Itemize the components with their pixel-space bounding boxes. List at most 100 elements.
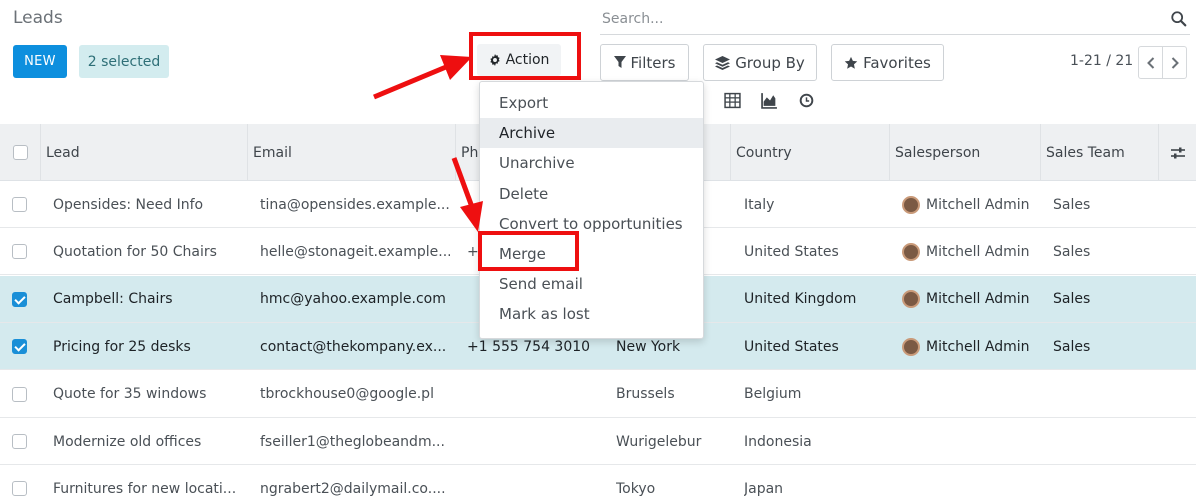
cell-phone-text: +1 555 754 3010 [467, 338, 591, 355]
menu-item-delete[interactable]: Delete [480, 179, 703, 209]
group-by-button[interactable]: Group By [703, 44, 817, 81]
row-select-cell [12, 418, 32, 465]
annotation-arrow-merge [451, 157, 483, 232]
menu-item-unarchive[interactable]: Unarchive [480, 148, 703, 178]
cell-lead-text: Furnitures for new locati... [53, 480, 237, 497]
cell-country-text: Belgium [744, 386, 802, 403]
table-row[interactable]: Quote for 35 windows tbrockhouse0@google.… [0, 371, 1196, 418]
selected-count-badge[interactable]: 2 selected [79, 45, 169, 78]
chevron-right-icon [1171, 56, 1179, 69]
column-header-country[interactable]: Country [730, 124, 889, 181]
row-select-cell [12, 276, 32, 323]
search-icon[interactable] [1170, 10, 1188, 28]
cell-country-text: Indonesia [744, 433, 812, 450]
pivot-icon[interactable] [724, 92, 741, 109]
cell-lead: Modernize old offices [53, 418, 243, 465]
cell-lead-text: Pricing for 25 desks [53, 338, 191, 355]
cell-email: contact@thekompany.ex... [260, 323, 450, 370]
cell-sales-team [1053, 465, 1153, 504]
cell-salesperson: Mitchell Admin [902, 276, 1038, 323]
sliders-icon [1170, 147, 1185, 158]
cell-country: United States [744, 323, 887, 370]
cell-country-text: Italy [744, 196, 775, 213]
table-row[interactable]: Furnitures for new locati... ngrabert2@da… [0, 465, 1196, 504]
cell-email-text: hmc@yahoo.example.com [260, 291, 446, 308]
new-button[interactable]: NEW [13, 45, 67, 78]
row-checkbox[interactable] [12, 386, 27, 402]
column-header-lead[interactable]: Lead [40, 124, 247, 181]
cell-phone [467, 465, 602, 504]
avatar [902, 195, 920, 214]
cell-country: Belgium [744, 371, 887, 418]
cell-email-text: contact@thekompany.ex... [260, 338, 447, 355]
column-header-email[interactable]: Email [247, 124, 455, 181]
row-checkbox[interactable] [12, 244, 27, 260]
cell-city: Wurigelebur [616, 418, 728, 465]
cell-lead: Quote for 35 windows [53, 371, 243, 418]
filter-icon [613, 56, 626, 68]
cell-salesperson [902, 371, 1038, 418]
cell-email-text: helle@stonageit.example... [260, 243, 450, 260]
cell-email: tina@opensides.example... [260, 181, 450, 228]
menu-item-mark-as-lost[interactable]: Mark as lost [480, 299, 703, 329]
cell-country-text: United Kingdom [744, 291, 857, 308]
row-checkbox[interactable] [12, 481, 27, 497]
row-select-cell [12, 228, 32, 275]
row-checkbox[interactable] [12, 434, 27, 449]
cell-sales-team-text: Sales [1053, 338, 1091, 355]
cell-sales-team: Sales [1053, 228, 1153, 275]
column-header-salesperson[interactable]: Salesperson [889, 124, 1040, 181]
cell-email-text: fseiller1@theglobeandm... [260, 433, 445, 450]
search-input[interactable] [602, 9, 1162, 29]
avatar [902, 242, 920, 261]
cell-salesperson-text: Mitchell Admin [926, 291, 1030, 308]
menu-item-archive[interactable]: Archive [480, 118, 703, 149]
graph-icon[interactable] [761, 92, 778, 109]
optional-columns-toggle[interactable] [1158, 124, 1196, 181]
cell-sales-team [1053, 418, 1153, 465]
cell-salesperson: Mitchell Admin [902, 228, 1038, 275]
cell-city-text: Tokyo [616, 480, 656, 497]
filters-button[interactable]: Filters [600, 44, 689, 81]
cell-sales-team: Sales [1053, 276, 1153, 323]
filters-label: Filters [630, 53, 676, 72]
cell-city: Brussels [616, 371, 728, 418]
cell-country-text: Japan [744, 480, 784, 497]
cell-phone [467, 371, 602, 418]
annotation-arrow-action [373, 55, 472, 100]
cell-lead-text: Opensides: Need Info [53, 196, 204, 213]
cell-lead-text: Quote for 35 windows [53, 386, 207, 403]
cell-sales-team: Sales [1053, 323, 1153, 370]
cell-sales-team-text: Sales [1053, 196, 1091, 213]
row-checkbox[interactable] [12, 291, 27, 307]
menu-item-send-email[interactable]: Send email [480, 269, 703, 299]
cell-salesperson-text: Mitchell Admin [926, 243, 1030, 260]
cell-country: United States [744, 228, 887, 275]
cell-phone-text: + [467, 243, 479, 260]
favorites-button[interactable]: Favorites [831, 44, 944, 81]
cell-city: Tokyo [616, 465, 728, 504]
pager-next-button[interactable] [1162, 46, 1187, 79]
cell-email: tbrockhouse0@google.pl [260, 371, 450, 418]
activity-icon[interactable] [798, 92, 815, 109]
column-header-sales-team[interactable]: Sales Team [1040, 124, 1158, 181]
cell-country: United Kingdom [744, 276, 887, 323]
cell-email: ngrabert2@dailymail.co.... [260, 465, 450, 504]
cell-sales-team-text: Sales [1053, 243, 1091, 260]
select-all-checkbox[interactable] [12, 145, 28, 160]
view-switcher [724, 90, 815, 110]
cell-email: fseiller1@theglobeandm... [260, 418, 450, 465]
row-checkbox[interactable] [12, 197, 27, 212]
highlight-box-action [469, 32, 581, 80]
row-checkbox[interactable] [12, 339, 27, 355]
pager-previous-button[interactable] [1138, 46, 1163, 79]
cell-email: helle@stonageit.example... [260, 228, 450, 275]
cell-city-text: New York [616, 338, 681, 355]
page-title: Leads [13, 8, 63, 28]
table-row[interactable]: Modernize old offices fseiller1@theglobea… [0, 418, 1196, 465]
group-by-label: Group By [735, 53, 805, 72]
cell-lead: Opensides: Need Info [53, 181, 243, 228]
menu-item-export[interactable]: Export [480, 88, 703, 118]
action-menu: Export Archive Unarchive Delete Convert … [479, 81, 704, 339]
pager-value[interactable]: 1-21 / 21 [1070, 53, 1133, 69]
